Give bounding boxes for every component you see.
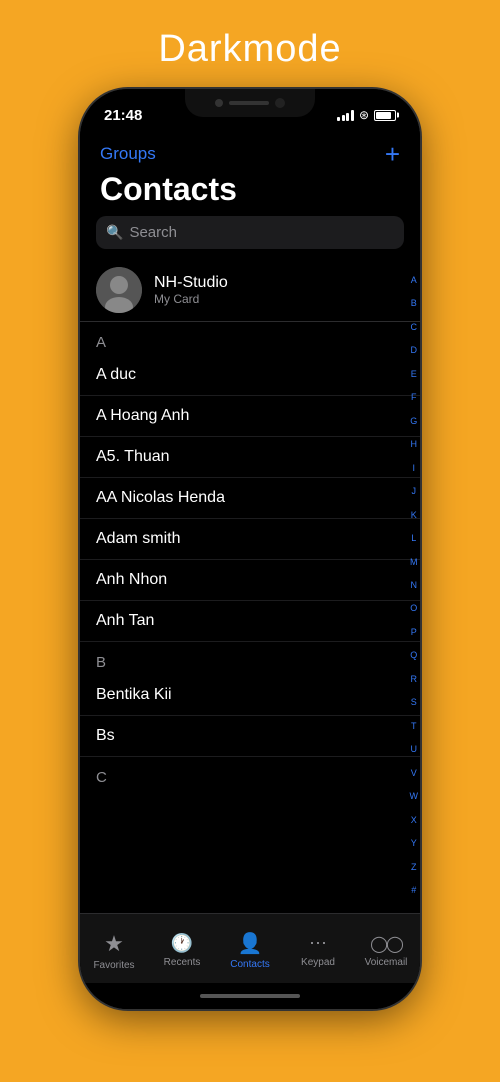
favorites-icon: ★ <box>104 931 124 957</box>
contacts-icon: 👤 <box>238 931 263 956</box>
my-card-name: NH-Studio <box>154 274 228 292</box>
index-letter[interactable]: F <box>411 392 417 404</box>
index-letter[interactable]: Q <box>410 650 417 662</box>
contact-item[interactable]: Anh Tan <box>80 601 420 642</box>
contact-name: Adam smith <box>96 530 180 547</box>
index-letter[interactable]: C <box>411 322 418 334</box>
tab-favorites[interactable]: ★ Favorites <box>80 931 148 971</box>
contacts-scroll: NH-Studio My Card A A duc A Hoang Anh A5… <box>80 259 420 913</box>
battery-icon <box>374 110 396 121</box>
contacts-label: Contacts <box>230 959 269 970</box>
index-letter[interactable]: V <box>411 768 417 780</box>
search-container: 🔍 Search <box>80 216 420 259</box>
index-letter[interactable]: R <box>411 674 418 686</box>
tab-keypad[interactable]: ⋯ Keypad <box>284 933 352 968</box>
contact-item[interactable]: A5. Thuan <box>80 437 420 478</box>
add-contact-button[interactable]: + <box>385 141 400 167</box>
contact-item[interactable]: A duc <box>80 355 420 396</box>
index-sidebar[interactable]: A B C D E F G H I J K L M N O P Q <box>410 269 419 903</box>
contacts-list: NH-Studio My Card A A duc A Hoang Anh A5… <box>80 259 420 913</box>
contact-item[interactable]: Adam smith <box>80 519 420 560</box>
index-letter[interactable]: A <box>411 275 417 287</box>
index-letter[interactable]: E <box>411 369 417 381</box>
index-letter[interactable]: # <box>411 885 416 897</box>
section-header-a: A <box>80 322 420 355</box>
my-card[interactable]: NH-Studio My Card <box>80 259 420 322</box>
keypad-label: Keypad <box>301 957 335 968</box>
contact-item[interactable]: AA Nicolas Henda <box>80 478 420 519</box>
index-letter[interactable]: D <box>411 345 418 357</box>
search-icon: 🔍 <box>106 224 123 241</box>
status-bar: 21:48 ⊛ <box>80 89 420 133</box>
voicemail-label: Voicemail <box>365 957 408 968</box>
keypad-icon: ⋯ <box>309 933 327 954</box>
nav-bar: Groups + <box>80 133 420 171</box>
index-letter[interactable]: Y <box>411 838 417 850</box>
contact-name: A Hoang Anh <box>96 407 189 424</box>
index-letter[interactable]: K <box>411 510 417 522</box>
index-letter[interactable]: I <box>412 463 415 475</box>
contact-name: Anh Tan <box>96 612 154 629</box>
contact-name: A5. Thuan <box>96 448 170 465</box>
index-letter[interactable]: T <box>411 721 417 733</box>
index-letter[interactable]: N <box>411 580 418 592</box>
index-letter[interactable]: S <box>411 697 417 709</box>
contacts-title: Contacts <box>100 171 237 207</box>
contact-item[interactable]: Anh Nhon <box>80 560 420 601</box>
page-header: Contacts <box>80 171 420 216</box>
signal-icon <box>337 109 354 121</box>
contact-name: AA Nicolas Henda <box>96 489 225 506</box>
section-header-b: B <box>80 642 420 675</box>
search-placeholder: Search <box>129 224 177 241</box>
index-letter[interactable]: Z <box>411 862 417 874</box>
recents-icon: 🕐 <box>171 933 193 954</box>
index-letter[interactable]: M <box>410 557 418 569</box>
contact-name: Anh Nhon <box>96 571 167 588</box>
my-card-info: NH-Studio My Card <box>154 274 228 306</box>
index-letter[interactable]: L <box>411 533 416 545</box>
index-letter[interactable]: J <box>412 486 417 498</box>
contact-item[interactable]: A Hoang Anh <box>80 396 420 437</box>
notch <box>185 89 315 117</box>
status-time: 21:48 <box>104 107 142 124</box>
contact-item[interactable]: Bs <box>80 716 420 757</box>
index-letter[interactable]: O <box>410 603 417 615</box>
groups-button[interactable]: Groups <box>100 144 156 164</box>
index-letter[interactable]: W <box>410 791 419 803</box>
home-indicator <box>80 983 420 1009</box>
index-letter[interactable]: G <box>410 416 417 428</box>
tab-contacts[interactable]: 👤 Contacts <box>216 931 284 970</box>
voicemail-icon: ◯◯ <box>370 934 402 954</box>
app-content: Groups + Contacts 🔍 Search <box>80 133 420 1009</box>
contact-name: Bentika Kii <box>96 686 172 703</box>
tab-bar: ★ Favorites 🕐 Recents 👤 Contacts ⋯ Keypa… <box>80 913 420 983</box>
contact-name: Bs <box>96 727 115 744</box>
index-letter[interactable]: X <box>411 815 417 827</box>
contact-name: A duc <box>96 366 136 383</box>
contact-item[interactable]: Bentika Kii <box>80 675 420 716</box>
favorites-label: Favorites <box>93 960 134 971</box>
page-background-title: Darkmode <box>158 28 341 71</box>
home-bar <box>200 994 300 998</box>
index-letter[interactable]: H <box>411 439 418 451</box>
index-letter[interactable]: U <box>411 744 418 756</box>
phone-frame: 21:48 ⊛ <box>80 89 420 1009</box>
wifi-icon: ⊛ <box>359 108 369 122</box>
status-icons: ⊛ <box>337 108 396 122</box>
search-bar[interactable]: 🔍 Search <box>96 216 404 249</box>
index-letter[interactable]: P <box>411 627 417 639</box>
avatar <box>96 267 142 313</box>
index-letter[interactable]: B <box>411 298 417 310</box>
recents-label: Recents <box>164 957 201 968</box>
my-card-label: My Card <box>154 292 228 306</box>
tab-voicemail[interactable]: ◯◯ Voicemail <box>352 934 420 968</box>
section-header-c: C <box>80 757 420 790</box>
tab-recents[interactable]: 🕐 Recents <box>148 933 216 968</box>
